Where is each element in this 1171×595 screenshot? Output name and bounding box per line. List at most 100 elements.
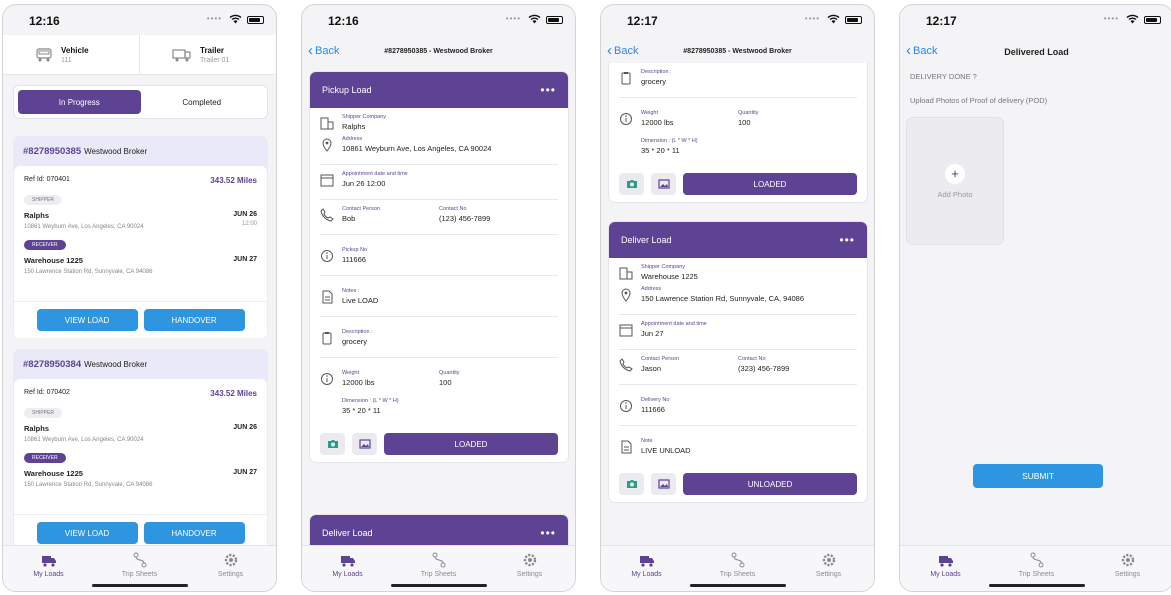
field-value: Bob bbox=[342, 214, 356, 223]
camera-icon bbox=[327, 440, 338, 448]
section-header: Pickup Load ••• bbox=[310, 72, 568, 108]
receiver-stop: Warehouse 1225 150 Lawrence Station Rd, … bbox=[24, 256, 257, 275]
truck-front-icon bbox=[36, 47, 52, 61]
info-icon bbox=[321, 373, 333, 385]
loaded-button[interactable]: LOADED bbox=[384, 433, 558, 455]
field-label: Dimension : (L * W * H) bbox=[342, 398, 399, 404]
shipper-name: Ralphs bbox=[24, 211, 50, 220]
route-icon bbox=[1030, 552, 1043, 568]
vehicle-label: Vehicle bbox=[61, 45, 89, 55]
field-label: Shipper Company bbox=[342, 114, 387, 120]
handover-button[interactable]: HANDOVER bbox=[143, 522, 245, 544]
field-value[interactable]: (323) 456-7899 bbox=[738, 364, 835, 373]
gallery-button[interactable] bbox=[651, 173, 676, 195]
tab-my-loads[interactable]: My Loads bbox=[3, 546, 94, 591]
broker-name: Westwood Broker bbox=[84, 146, 148, 156]
receiver-tag: RECEIVER bbox=[24, 240, 66, 250]
more-options-icon[interactable]: ••• bbox=[540, 526, 556, 540]
receiver-name: Warehouse 1225 bbox=[24, 256, 83, 265]
tab-settings[interactable]: Settings bbox=[783, 546, 874, 591]
load-card[interactable]: #8278950385 Westwood Broker Ref Id: 0704… bbox=[13, 136, 268, 338]
tab-my-loads[interactable]: My Loads bbox=[302, 546, 393, 591]
field-label: Contact No bbox=[439, 206, 467, 212]
shipper-address: 10861 Weyburn Ave, Los Angeles, CA 90024 bbox=[24, 437, 144, 443]
field-label: Appointment date and time bbox=[641, 321, 707, 327]
tab-settings[interactable]: Settings bbox=[484, 546, 575, 591]
camera-button[interactable] bbox=[320, 433, 345, 455]
field-label: Weight bbox=[641, 110, 659, 116]
tab-label: Settings bbox=[815, 571, 842, 578]
route-icon bbox=[731, 552, 744, 568]
shipper-address-field: Shipper Company Ralphs Address 10861 Wey… bbox=[320, 108, 558, 165]
tab-label: Trip Sheets bbox=[719, 571, 756, 578]
view-load-button[interactable]: VIEW LOAD bbox=[36, 309, 138, 331]
image-icon bbox=[358, 439, 371, 449]
gallery-button[interactable] bbox=[352, 433, 377, 455]
battery-icon bbox=[1144, 16, 1161, 24]
receiver-address-field: Shipper Company Warehouse 1225 Address 1… bbox=[619, 258, 857, 315]
submit-button[interactable]: SUBMIT bbox=[973, 464, 1103, 488]
info-icon bbox=[321, 250, 333, 262]
field-value: 100 bbox=[738, 118, 751, 127]
tab-label: Trip Sheets bbox=[1018, 571, 1055, 578]
vehicle-value: 111 bbox=[61, 56, 72, 64]
shipper-date: JUN 26 bbox=[233, 211, 257, 218]
route-icon bbox=[133, 552, 146, 568]
shipper-date: JUN 26 bbox=[233, 424, 257, 431]
more-options-icon[interactable]: ••• bbox=[540, 83, 556, 97]
field-label: Description : bbox=[641, 69, 672, 75]
status-time: 12:16 bbox=[328, 14, 359, 28]
camera-button[interactable] bbox=[619, 473, 644, 495]
field-label: Quantity bbox=[738, 110, 759, 116]
shipper-tag: SHIPPER bbox=[24, 195, 62, 205]
broker-name: Westwood Broker bbox=[84, 359, 148, 369]
tab-settings[interactable]: Settings bbox=[185, 546, 276, 591]
truck-icon bbox=[938, 556, 953, 567]
deliver-load-section: Deliver Load ••• Shipper Company Warehou… bbox=[608, 221, 868, 503]
segment-completed[interactable]: Completed bbox=[141, 90, 264, 114]
load-card[interactable]: #8278950384 Westwood Broker Ref Id: 0704… bbox=[13, 349, 268, 551]
add-photo-button[interactable]: + Add Photo bbox=[906, 117, 1004, 245]
receiver-tag: RECEIVER bbox=[24, 453, 66, 463]
handover-button[interactable]: HANDOVER bbox=[143, 309, 245, 331]
field-value[interactable]: (123) 456-7899 bbox=[439, 214, 536, 223]
note-field: Note LIVE UNLOAD bbox=[619, 426, 857, 466]
field-value: Jun 26 12:00 bbox=[342, 179, 386, 188]
calendar-icon bbox=[320, 174, 334, 187]
field-label: Quantity bbox=[439, 370, 460, 376]
upload-pod-label: Upload Photos of Proof of delivery (POD) bbox=[910, 96, 1048, 105]
view-load-button[interactable]: VIEW LOAD bbox=[36, 522, 138, 544]
vehicle-selector[interactable]: Vehicle 111 bbox=[3, 35, 139, 74]
miles: 343.52 Miles bbox=[210, 176, 257, 185]
unloaded-button[interactable]: UNLOADED bbox=[683, 473, 857, 495]
more-options-icon[interactable]: ••• bbox=[839, 233, 855, 247]
trailer-selector[interactable]: Trailer Trailer 01 bbox=[139, 35, 276, 74]
field-value: 10861 Weyburn Ave, Los Angeles, CA 90024 bbox=[342, 144, 492, 153]
phone-icon bbox=[320, 208, 334, 222]
tab-label: Settings bbox=[1114, 571, 1141, 578]
tab-label: Trip Sheets bbox=[121, 571, 158, 578]
receiver-address: 150 Lawrence Station Rd, Sunnyvale, CA 9… bbox=[24, 482, 153, 488]
pickup-load-section-scrolled: Description : grocery Weight 12000 lbs Q… bbox=[608, 63, 868, 203]
shipper-tag: SHIPPER bbox=[24, 408, 62, 418]
status-time: 12:16 bbox=[29, 14, 60, 28]
tab-my-loads[interactable]: My Loads bbox=[900, 546, 991, 591]
shipper-stop: Ralphs 10861 Weyburn Ave, Los Angeles, C… bbox=[24, 211, 257, 230]
field-value: grocery bbox=[641, 77, 667, 86]
load-id: #8278950384 bbox=[23, 358, 82, 370]
tab-my-loads[interactable]: My Loads bbox=[601, 546, 692, 591]
segment-in-progress[interactable]: In Progress bbox=[18, 90, 141, 114]
field-value: 100 bbox=[439, 378, 452, 387]
home-indicator bbox=[988, 584, 1085, 587]
truck-icon bbox=[639, 556, 654, 567]
wifi-icon bbox=[528, 14, 541, 24]
trailer-value: Trailer 01 bbox=[200, 56, 230, 64]
tab-settings[interactable]: Settings bbox=[1082, 546, 1171, 591]
ref-id: Ref Id: 070401 bbox=[24, 176, 70, 183]
load-card-body: Ref Id: 070402 343.52 Miles SHIPPER Ralp… bbox=[14, 379, 267, 551]
camera-button[interactable] bbox=[619, 173, 644, 195]
calendar-icon bbox=[619, 324, 633, 337]
loaded-button[interactable]: LOADED bbox=[683, 173, 857, 195]
gallery-button[interactable] bbox=[651, 473, 676, 495]
tab-label: Trip Sheets bbox=[420, 571, 457, 578]
